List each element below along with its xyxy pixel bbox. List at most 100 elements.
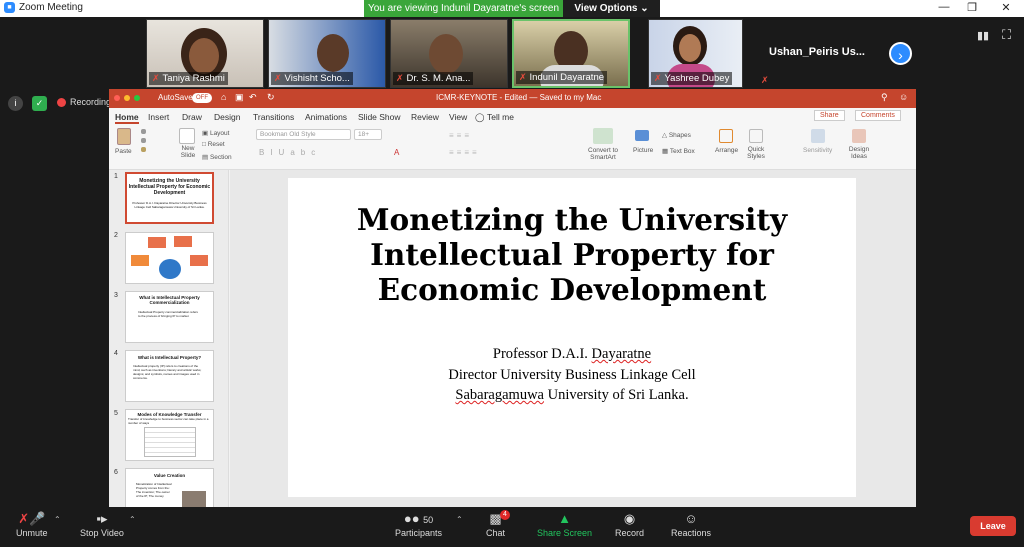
diagram-box bbox=[131, 255, 149, 266]
share-screen-button[interactable]: ▲ Share Screen bbox=[537, 510, 592, 538]
slide-thumbnail-3[interactable]: What is Intellectual Property Commercial… bbox=[125, 291, 214, 343]
muted-mic-icon: ✗ bbox=[274, 73, 282, 83]
account-icon[interactable]: ☺ bbox=[899, 92, 908, 102]
quick-styles-label: Quick Styles bbox=[747, 146, 765, 160]
slide-title[interactable]: Monetizing the University Intellectual P… bbox=[288, 202, 856, 307]
participant-tile[interactable]: ✗ Dr. S. M. Ana... bbox=[390, 19, 508, 88]
participants-button[interactable]: ●● 50 Participants bbox=[395, 510, 442, 538]
tell-me-field[interactable]: Tell me bbox=[487, 112, 514, 122]
chat-button[interactable]: ▩ Chat 4 bbox=[486, 510, 510, 538]
ribbon-tabs: Home Insert Draw Design Transitions Anim… bbox=[109, 108, 916, 125]
close-button[interactable]: ✕ bbox=[996, 1, 1016, 14]
text-box-button[interactable]: ▦ Text Box bbox=[662, 147, 695, 155]
align-buttons[interactable]: ≡≡≡≡ bbox=[449, 148, 480, 157]
redo-icon[interactable]: ↻ bbox=[267, 92, 275, 103]
slide-thumbnail-5[interactable]: Modes of Knowledge Transfer Transfer of … bbox=[125, 409, 214, 461]
meeting-toolbar: ✗🎤 Unmute ⌃ ▪▸ Stop Video ⌃ ●● 50 Partic… bbox=[0, 507, 1024, 547]
font-family-select[interactable]: Bookman Old Style bbox=[256, 129, 351, 140]
font-color-icon[interactable]: A bbox=[394, 148, 399, 157]
layout-button[interactable]: ▣ Layout bbox=[202, 129, 229, 137]
slide-body[interactable]: Professor D.A.I. Dayaratne Director Univ… bbox=[288, 344, 856, 406]
home-icon[interactable]: ⌂ bbox=[221, 92, 226, 102]
design-ideas-icon[interactable] bbox=[852, 129, 866, 143]
mac-minimize-button[interactable] bbox=[124, 95, 130, 101]
cut-icon[interactable] bbox=[141, 129, 146, 134]
reset-button[interactable]: □ Reset bbox=[202, 141, 225, 148]
zoom-logo-icon: ■ bbox=[4, 2, 15, 13]
tab-transitions[interactable]: Transitions bbox=[253, 112, 294, 122]
participant-name: Ushan_Peiris Us... bbox=[769, 46, 865, 58]
new-slide-icon[interactable] bbox=[179, 128, 195, 144]
share-button[interactable]: Share bbox=[814, 110, 845, 121]
tab-view[interactable]: View bbox=[449, 112, 467, 122]
sensitivity-icon[interactable] bbox=[811, 129, 825, 143]
thumb-number: 5 bbox=[114, 410, 118, 417]
shapes-button[interactable]: △ Shapes bbox=[662, 131, 691, 139]
slide-thumbnail-1[interactable]: Monetizing the University Intellectual P… bbox=[125, 172, 214, 224]
autosave-toggle[interactable]: OFF bbox=[192, 93, 212, 103]
mac-close-button[interactable] bbox=[114, 95, 120, 101]
info-icon[interactable]: i bbox=[8, 96, 23, 111]
paste-icon[interactable] bbox=[117, 128, 131, 145]
smartart-icon[interactable] bbox=[593, 128, 613, 144]
participant-tile[interactable]: ✗ Vishisht Scho... bbox=[268, 19, 386, 88]
participant-tile-no-video[interactable]: Ushan_Peiris Us... ✗ bbox=[757, 19, 879, 88]
mac-zoom-button[interactable] bbox=[134, 95, 140, 101]
video-options-chevron-icon[interactable]: ⌃ bbox=[129, 515, 136, 524]
picture-icon[interactable] bbox=[635, 130, 649, 141]
tab-review[interactable]: Review bbox=[411, 112, 439, 122]
section-button[interactable]: ▤ Section bbox=[202, 153, 232, 161]
university-line: Sabaragamuwa University of Sri Lanka. bbox=[455, 387, 689, 403]
participants-options-chevron-icon[interactable]: ⌃ bbox=[456, 515, 463, 524]
save-icon[interactable]: ▣ bbox=[235, 92, 244, 103]
font-size-select[interactable]: 18+ bbox=[354, 129, 382, 140]
fullscreen-icon[interactable]: ⛶ bbox=[1002, 27, 1011, 43]
unmute-button[interactable]: ✗🎤 Unmute bbox=[16, 510, 48, 538]
participant-tile[interactable]: ✗ Yashree Dubey bbox=[648, 19, 743, 88]
diagram-box bbox=[190, 255, 208, 266]
record-button[interactable]: ◉ Record bbox=[615, 510, 644, 538]
arrange-icon[interactable] bbox=[719, 129, 733, 143]
video-camera-icon: ▪▸ bbox=[96, 511, 108, 526]
list-buttons[interactable]: ≡≡≡ bbox=[449, 131, 472, 140]
search-icon[interactable]: ⚲ bbox=[881, 92, 888, 103]
record-icon: ◉ bbox=[623, 511, 636, 526]
view-options-button[interactable]: View Options ⌄ bbox=[563, 0, 660, 17]
security-shield-icon[interactable]: ✓ bbox=[32, 96, 47, 111]
current-slide[interactable]: Monetizing the University Intellectual P… bbox=[288, 178, 856, 497]
format-painter-icon[interactable] bbox=[141, 147, 146, 152]
convert-smartart-label: Convert to SmartArt bbox=[588, 147, 618, 161]
audio-options-chevron-icon[interactable]: ⌃ bbox=[54, 515, 61, 524]
new-slide-label: New Slide bbox=[180, 145, 196, 159]
restore-button[interactable]: ❐ bbox=[962, 1, 982, 14]
tab-insert[interactable]: Insert bbox=[148, 112, 169, 122]
tab-animations[interactable]: Animations bbox=[305, 112, 347, 122]
minimize-button[interactable]: — bbox=[934, 1, 954, 13]
muted-mic-icon: ✗ bbox=[761, 75, 769, 85]
copy-icon[interactable] bbox=[141, 138, 146, 143]
comments-button[interactable]: Comments bbox=[855, 110, 901, 121]
undo-icon[interactable]: ↶ bbox=[249, 92, 257, 103]
participant-name: ✗ Dr. S. M. Ana... bbox=[393, 72, 474, 85]
tab-draw[interactable]: Draw bbox=[182, 112, 202, 122]
leave-button[interactable]: Leave bbox=[970, 516, 1016, 536]
lightbulb-icon: ◯ bbox=[475, 112, 485, 122]
tab-home[interactable]: Home bbox=[115, 112, 139, 124]
stop-video-button[interactable]: ▪▸ Stop Video bbox=[80, 510, 124, 538]
autosave-label: AutoSave bbox=[158, 93, 193, 102]
next-page-button[interactable]: › bbox=[889, 42, 912, 65]
font-format-buttons[interactable]: BIUabc bbox=[259, 148, 321, 157]
slide-thumbnail-2[interactable] bbox=[125, 232, 214, 284]
chevron-right-icon: › bbox=[898, 47, 903, 63]
tab-design[interactable]: Design bbox=[214, 112, 240, 122]
presenter-line: Professor D.A.I. Dayaratne bbox=[492, 346, 652, 362]
slide-thumbnail-6[interactable]: Value Creation Monetization of Intellect… bbox=[125, 468, 214, 507]
participant-tile-active[interactable]: ✗ Indunil Dayaratne bbox=[512, 19, 630, 88]
chevron-down-icon: ⌄ bbox=[640, 3, 649, 14]
reactions-button[interactable]: ☺ Reactions bbox=[671, 510, 711, 538]
slide-thumbnail-4[interactable]: What is Intellectual Property? Intellect… bbox=[125, 350, 214, 402]
view-layout-icon[interactable]: ▮▮ bbox=[977, 29, 989, 42]
quick-styles-icon[interactable] bbox=[749, 129, 763, 143]
tab-slide-show[interactable]: Slide Show bbox=[358, 112, 401, 122]
participant-tile[interactable]: ✗ Taniya Rashmi bbox=[146, 19, 264, 88]
